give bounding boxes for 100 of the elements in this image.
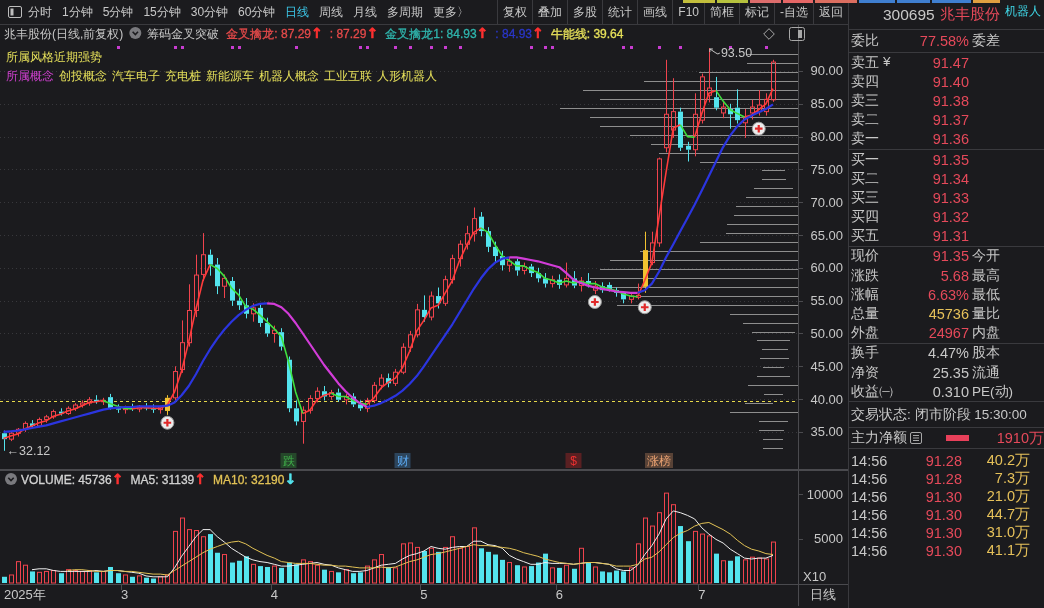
volume-bar bbox=[365, 565, 370, 584]
period-tab[interactable]: 分时 bbox=[28, 4, 52, 20]
volume-bar bbox=[550, 567, 555, 584]
volume-bar bbox=[500, 559, 505, 583]
candle bbox=[258, 307, 263, 323]
toolbar-button[interactable]: 叠加 bbox=[532, 0, 568, 24]
chevron-circle-icon[interactable] bbox=[5, 473, 17, 485]
diamond-icon[interactable] bbox=[763, 28, 775, 40]
wick bbox=[146, 402, 147, 411]
ask-price: 91.38 bbox=[931, 92, 969, 109]
volume-bar bbox=[714, 553, 719, 583]
period-tab[interactable]: 60分钟 bbox=[238, 4, 276, 20]
volume-bar bbox=[208, 534, 213, 583]
period-tab[interactable]: 日线 bbox=[285, 4, 310, 20]
wick bbox=[153, 403, 154, 414]
volume-bar bbox=[87, 570, 92, 584]
period-tab[interactable]: 5分钟 bbox=[102, 4, 134, 20]
candle bbox=[80, 402, 85, 406]
volume-bar bbox=[465, 546, 470, 584]
candle bbox=[165, 397, 170, 411]
list-icon[interactable] bbox=[910, 432, 922, 445]
period-tab[interactable]: 周线 bbox=[319, 4, 344, 20]
wick bbox=[673, 77, 674, 139]
wick bbox=[289, 356, 290, 413]
toolbar-button[interactable]: -自选 bbox=[774, 0, 813, 24]
toolbar-button[interactable]: 复权 bbox=[497, 0, 533, 24]
wick bbox=[381, 373, 382, 390]
axis-label: 70.00 bbox=[810, 194, 843, 210]
ask-price: 91.37 bbox=[931, 112, 969, 129]
wick bbox=[246, 297, 247, 319]
candle bbox=[16, 428, 21, 434]
event-tag: 涨榜 bbox=[645, 453, 673, 468]
wick bbox=[723, 100, 724, 119]
candle bbox=[458, 243, 463, 260]
wick bbox=[196, 254, 197, 318]
indicator-value: 金叉擒龙: 87.29↑ bbox=[226, 25, 323, 41]
axis-label: 75.00 bbox=[810, 161, 843, 177]
volume-bar bbox=[707, 535, 712, 584]
candle bbox=[465, 233, 470, 245]
volume-bar bbox=[344, 569, 349, 584]
trade-price: 91.30 bbox=[924, 488, 962, 505]
candle bbox=[650, 242, 655, 264]
candle bbox=[44, 416, 49, 420]
volume-bar bbox=[180, 517, 185, 584]
candle bbox=[180, 342, 185, 371]
wick bbox=[303, 405, 304, 445]
volume-bar bbox=[522, 566, 527, 584]
toolbar-button[interactable]: 返回 bbox=[813, 0, 848, 24]
toolbar-button[interactable]: 标记 bbox=[739, 0, 774, 24]
volume-bar bbox=[529, 566, 534, 583]
candle bbox=[208, 254, 213, 265]
wick bbox=[353, 392, 354, 408]
candle bbox=[735, 107, 740, 121]
toolbar-button[interactable]: 统计 bbox=[602, 0, 638, 24]
wick bbox=[481, 211, 482, 237]
volume-bar bbox=[23, 564, 28, 584]
period-tab[interactable]: 30分钟 bbox=[190, 4, 229, 20]
quote-label: 最高 bbox=[972, 266, 1001, 285]
wick bbox=[752, 99, 753, 120]
bid-price: 91.35 bbox=[931, 151, 969, 168]
sidebar-toggle-icon[interactable] bbox=[8, 6, 22, 18]
volume-bar bbox=[771, 541, 776, 584]
candle bbox=[222, 277, 227, 287]
volume-bar bbox=[479, 548, 484, 583]
wick bbox=[737, 88, 738, 124]
toolbar-button[interactable]: 简框 bbox=[704, 0, 739, 24]
concept-tag[interactable]: 机器人 bbox=[1004, 4, 1041, 19]
period-tab[interactable]: 月线 bbox=[353, 4, 378, 20]
candle bbox=[23, 422, 28, 430]
quote-label: 最低 bbox=[972, 285, 1001, 304]
candle bbox=[450, 258, 455, 281]
wick bbox=[46, 414, 47, 424]
panel-toggle-icon[interactable] bbox=[789, 27, 805, 41]
wick bbox=[96, 394, 97, 405]
period-tab[interactable]: 更多〉 bbox=[433, 4, 470, 20]
axis-label: 2025年 bbox=[3, 587, 46, 602]
candle bbox=[287, 359, 292, 409]
candle bbox=[279, 332, 284, 347]
period-tab[interactable]: 1分钟 bbox=[62, 4, 93, 20]
period-tab[interactable]: 多周期 bbox=[387, 4, 424, 20]
volume-bar bbox=[158, 576, 163, 584]
volume-bar bbox=[486, 551, 491, 583]
wick bbox=[424, 294, 425, 323]
wick bbox=[232, 276, 233, 307]
wick bbox=[452, 254, 453, 285]
chevron-circle-icon[interactable] bbox=[129, 27, 142, 39]
ask-price: 91.40 bbox=[931, 73, 969, 90]
quote-label: 涨跌 bbox=[851, 266, 880, 285]
toolbar-button[interactable]: 画线 bbox=[637, 0, 673, 24]
candle bbox=[415, 309, 420, 336]
period-tab[interactable]: 15分钟 bbox=[143, 4, 181, 20]
toolbar-button[interactable]: 多股 bbox=[567, 0, 603, 24]
candle bbox=[500, 256, 505, 266]
toolbar-button[interactable]: F10 bbox=[672, 0, 704, 24]
volume-bar bbox=[265, 567, 270, 583]
volume-bar bbox=[493, 554, 498, 583]
wick bbox=[118, 403, 119, 414]
wick bbox=[460, 239, 461, 267]
wick bbox=[296, 399, 297, 426]
currency-mark: ¥ bbox=[883, 53, 891, 71]
